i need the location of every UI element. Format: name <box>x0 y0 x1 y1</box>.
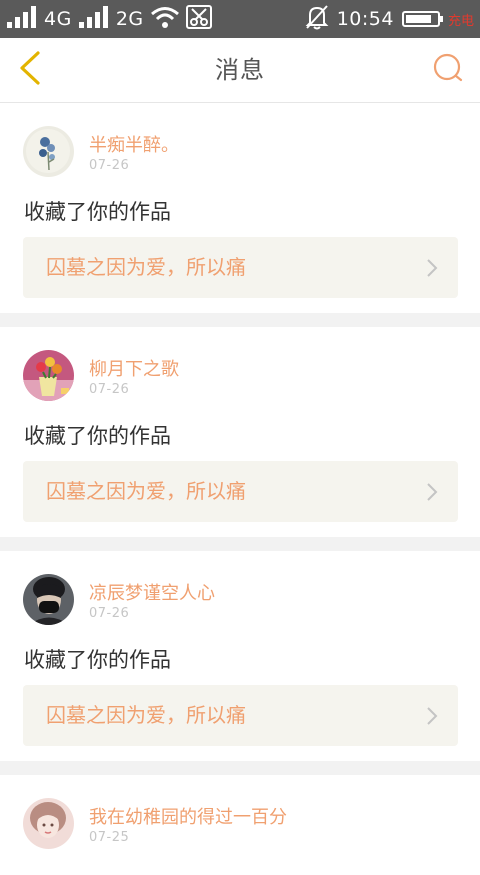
message-action: 收藏了你的作品 <box>24 648 171 672</box>
app-header: 消息 <box>0 38 480 103</box>
charging-label: 充电 <box>447 13 474 29</box>
user-name[interactable]: 半痴半醉。 <box>89 131 179 157</box>
search-icon <box>432 52 464 88</box>
battery-fill <box>405 15 432 23</box>
message-date: 07-26 <box>89 158 130 173</box>
work-link[interactable]: 囚墓之因为爱，所以痛 <box>23 685 458 746</box>
bell-off-icon <box>305 4 329 34</box>
work-link[interactable]: 囚墓之因为爱，所以痛 <box>23 461 458 522</box>
network-type-1: 4G <box>44 8 72 30</box>
user-avatar[interactable] <box>23 798 74 849</box>
message-item: 柳月下之歌 07-26 收藏了你的作品 囚墓之因为爱，所以痛 <box>0 327 480 537</box>
signal-icon <box>6 5 38 33</box>
user-name[interactable]: 柳月下之歌 <box>89 355 179 381</box>
message-item: 我在幼稚园的得过一百分 07-25 <box>0 775 480 875</box>
user-avatar[interactable] <box>23 126 74 177</box>
message-action: 收藏了你的作品 <box>24 200 171 224</box>
message-date: 07-26 <box>89 382 130 397</box>
clock-time: 10:54 <box>336 8 394 30</box>
work-link[interactable]: 囚墓之因为爱，所以痛 <box>23 237 458 298</box>
status-bar-right: 10:54 充电 <box>305 0 474 38</box>
wifi-icon <box>150 5 180 33</box>
message-item: 半痴半醉。 07-26 收藏了你的作品 囚墓之因为爱，所以痛 <box>0 103 480 313</box>
work-title: 囚墓之因为爱，所以痛 <box>46 703 246 727</box>
signal-icon-2 <box>78 5 110 33</box>
search-button[interactable] <box>428 50 468 90</box>
message-item: 凉辰梦谨空人心 07-26 收藏了你的作品 囚墓之因为爱，所以痛 <box>0 551 480 761</box>
battery-icon <box>401 11 443 27</box>
chevron-right-icon <box>426 706 438 730</box>
message-list: 半痴半醉。 07-26 收藏了你的作品 囚墓之因为爱，所以痛 柳月下之歌 07-… <box>0 103 480 875</box>
message-date: 07-26 <box>89 606 130 621</box>
status-bar: 4G 2G 10:54 充电 <box>0 0 480 38</box>
scissors-icon <box>185 5 212 33</box>
user-name[interactable]: 我在幼稚园的得过一百分 <box>89 803 287 829</box>
user-avatar[interactable] <box>23 574 74 625</box>
work-title: 囚墓之因为爱，所以痛 <box>46 479 246 503</box>
message-date: 07-25 <box>89 830 130 845</box>
message-action: 收藏了你的作品 <box>24 424 171 448</box>
chevron-right-icon <box>426 258 438 282</box>
user-name[interactable]: 凉辰梦谨空人心 <box>89 579 215 605</box>
page-title: 消息 <box>215 56 265 84</box>
work-title: 囚墓之因为爱，所以痛 <box>46 255 246 279</box>
status-bar-left: 4G 2G <box>6 0 212 38</box>
user-avatar[interactable] <box>23 350 74 401</box>
chevron-right-icon <box>426 482 438 506</box>
network-type-2: 2G <box>115 8 144 30</box>
